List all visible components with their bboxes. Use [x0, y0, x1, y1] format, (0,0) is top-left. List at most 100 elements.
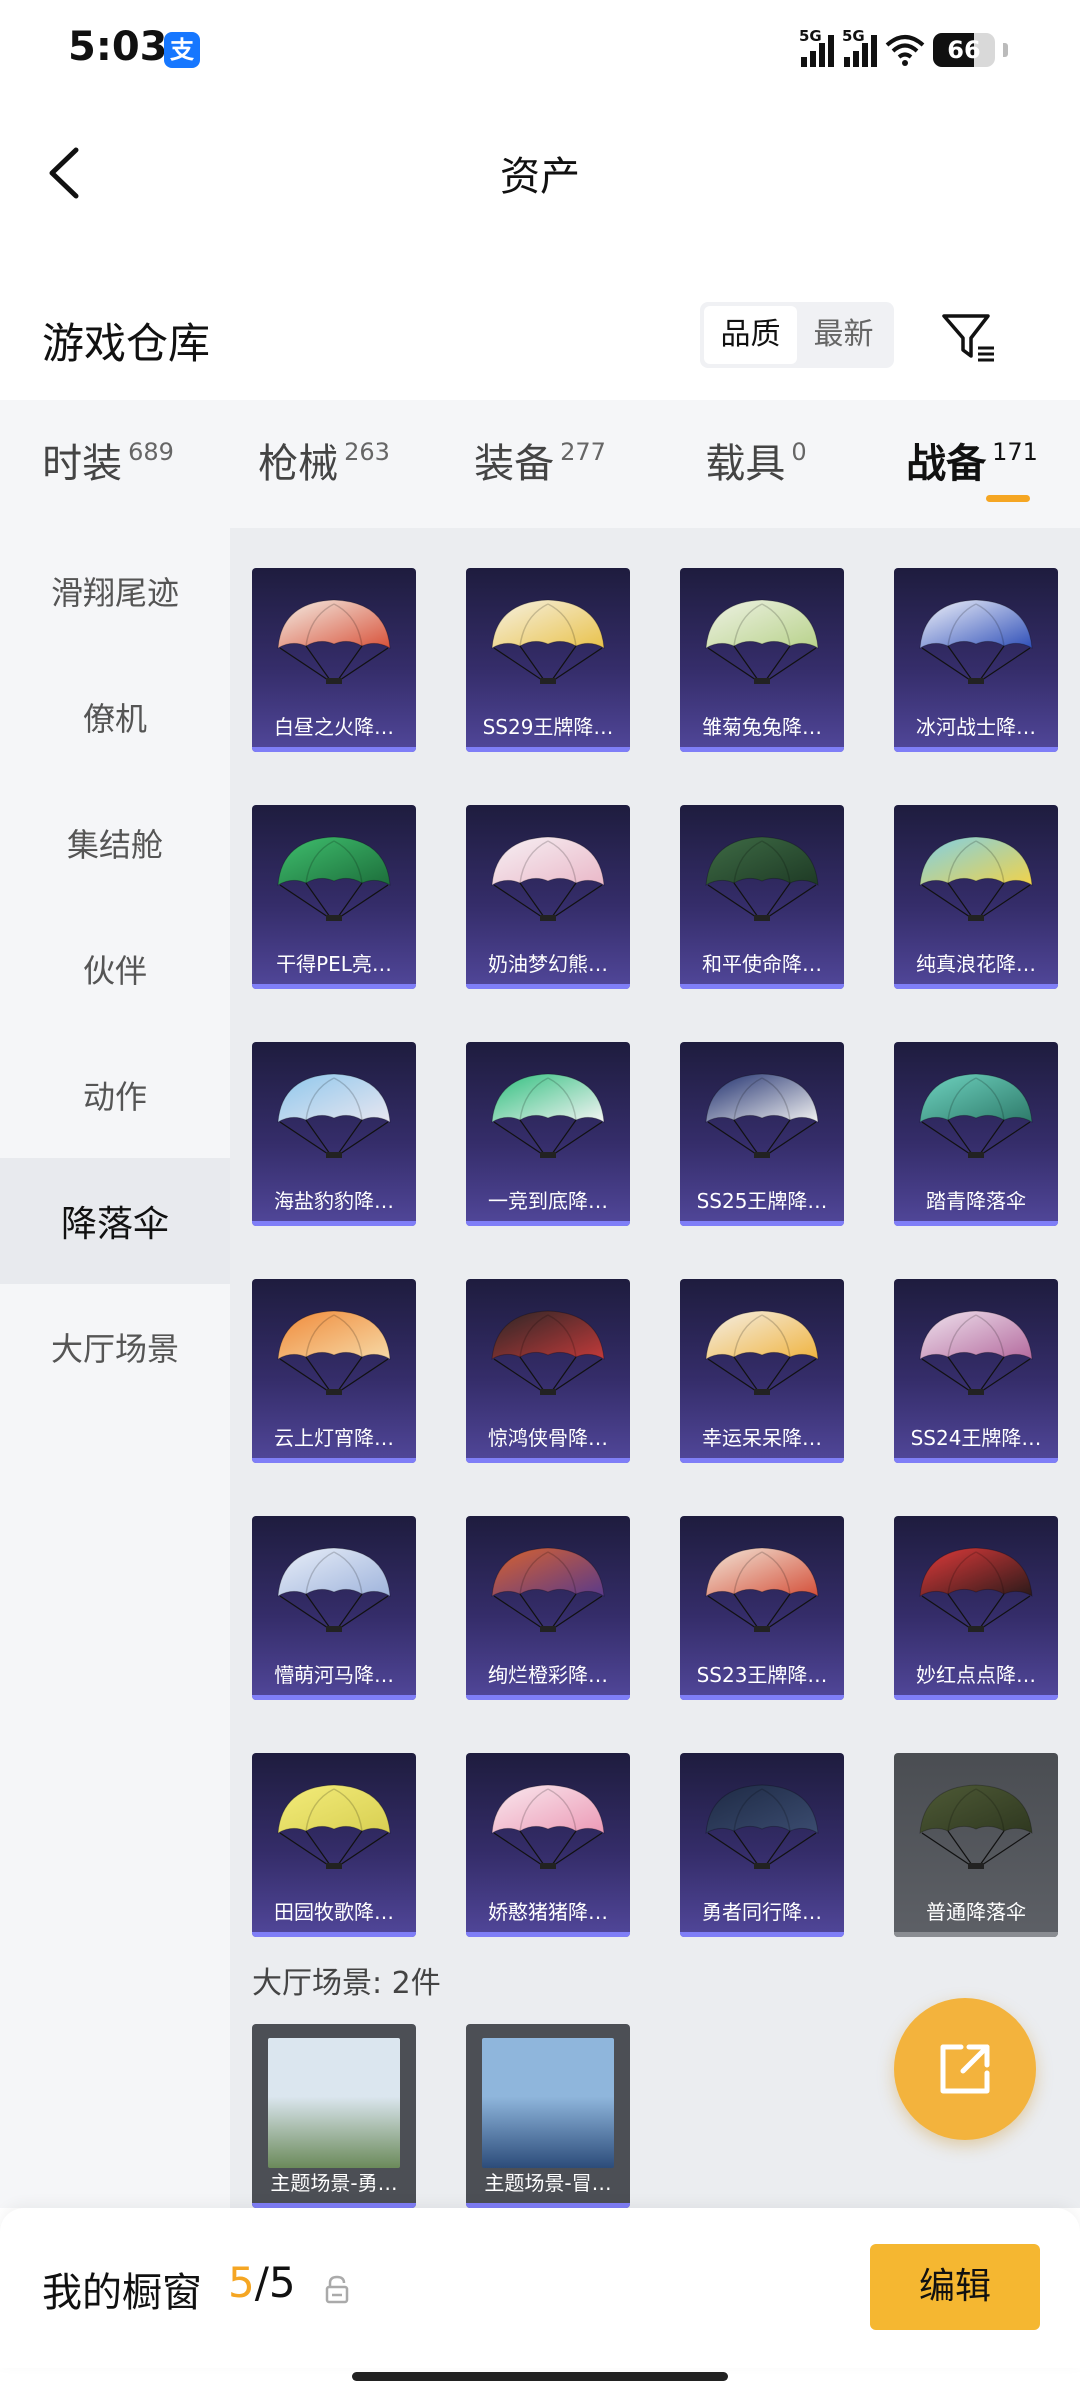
- parachute-card[interactable]: 绚烂橙彩降…: [466, 1516, 630, 1700]
- sidebar-item-wingman[interactable]: 僚机: [0, 654, 230, 780]
- parachute-icon: [919, 836, 1033, 921]
- parachute-icon: [491, 1310, 605, 1395]
- parachute-card[interactable]: 海盐豹豹降…: [252, 1042, 416, 1226]
- parachute-card[interactable]: 雏菊兔兔降…: [680, 568, 844, 752]
- parachute-name: 海盐豹豹降…: [274, 1189, 394, 1213]
- scene-thumbnail: [482, 2038, 614, 2168]
- showcase-count: 5/5: [228, 2258, 296, 2307]
- lobby-scene-grid: 主题场景-勇… 主题场景-冒…: [252, 2024, 630, 2208]
- parachute-card[interactable]: 勇者同行降…: [680, 1753, 844, 1937]
- parachute-card[interactable]: 懵萌河马降…: [252, 1516, 416, 1700]
- sidebar-item-rally-pod[interactable]: 集结舱: [0, 780, 230, 906]
- parachute-name: 白昼之火降…: [274, 715, 394, 739]
- parachute-name: 冰河战士降…: [916, 715, 1036, 739]
- showcase-bar: 我的橱窗 5/5 编辑: [0, 2208, 1080, 2368]
- signal-icon: 5G: [842, 27, 877, 67]
- network-type-label: 5G: [842, 27, 865, 45]
- parachute-card[interactable]: 普通降落伞: [894, 1753, 1058, 1937]
- sidebar-item-emote[interactable]: 动作: [0, 1032, 230, 1158]
- parachute-card[interactable]: SS24王牌降…: [894, 1279, 1058, 1463]
- parachute-grid: 白昼之火降… SS29王牌降… 雏菊兔兔降… 冰河战士降… 干得PEL亮… 奶油梦幻熊… 和…: [252, 568, 1058, 1937]
- tab-count: 689: [128, 438, 174, 466]
- parachute-icon: [705, 1073, 819, 1158]
- filter-icon[interactable]: [938, 308, 998, 368]
- battery-tip: [1003, 43, 1008, 57]
- parachute-card[interactable]: 云上灯宵降…: [252, 1279, 416, 1463]
- parachute-card[interactable]: 妙红点点降…: [894, 1516, 1058, 1700]
- lock-icon: [325, 2275, 349, 2304]
- quality-bar: [466, 747, 630, 752]
- scene-name: 主题场景-勇…: [270, 2171, 398, 2195]
- parachute-card[interactable]: 娇憨猪猪降…: [466, 1753, 630, 1937]
- parachute-card[interactable]: 幸运呆呆降…: [680, 1279, 844, 1463]
- tab-label: 枪械: [258, 441, 339, 487]
- parachute-card[interactable]: 田园牧歌降…: [252, 1753, 416, 1937]
- sidebar-item-glide-trail[interactable]: 滑翔尾迹: [0, 528, 230, 654]
- sort-by-quality[interactable]: 品质: [704, 306, 797, 364]
- lobby-scenes-title: 大厅场景: 2件: [252, 1966, 441, 2001]
- tab-count: 171: [992, 438, 1038, 466]
- showcase-label: 我的橱窗: [42, 2270, 202, 2316]
- sidebar-item-parachute[interactable]: 降落伞: [0, 1158, 230, 1284]
- parachute-card[interactable]: 冰河战士降…: [894, 568, 1058, 752]
- warehouse-header: 游戏仓库 品质 最新: [0, 290, 1080, 390]
- parachute-name: SS29王牌降…: [482, 715, 614, 739]
- parachute-card[interactable]: 踏青降落伞: [894, 1042, 1058, 1226]
- sidebar-item-companion[interactable]: 伙伴: [0, 906, 230, 1032]
- parachute-card[interactable]: 惊鸿侠骨降…: [466, 1279, 630, 1463]
- sort-by-newest[interactable]: 最新: [797, 306, 890, 364]
- quality-bar: [894, 1221, 1058, 1226]
- parachute-icon: [277, 599, 391, 684]
- parachute-icon: [491, 836, 605, 921]
- parachute-card[interactable]: SS25王牌降…: [680, 1042, 844, 1226]
- lobby-scene-card[interactable]: 主题场景-勇…: [252, 2024, 416, 2208]
- quality-bar: [466, 1695, 630, 1700]
- lobby-scene-card[interactable]: 主题场景-冒…: [466, 2024, 630, 2208]
- quality-bar: [252, 747, 416, 752]
- page-title: 资产: [500, 154, 580, 200]
- tab-equipment[interactable]: 装备 277: [432, 400, 648, 528]
- edit-button[interactable]: 编辑: [870, 2244, 1040, 2330]
- parachute-card[interactable]: 一竞到底降…: [466, 1042, 630, 1226]
- subcategory-sidebar: 滑翔尾迹 僚机 集结舱 伙伴 动作 降落伞 大厅场景: [0, 528, 230, 2208]
- parachute-card[interactable]: 纯真浪花降…: [894, 805, 1058, 989]
- parachute-icon: [919, 599, 1033, 684]
- scene-thumbnail: [268, 2038, 400, 2168]
- share-fab-button[interactable]: [894, 1998, 1036, 2140]
- quality-bar: [894, 1695, 1058, 1700]
- sidebar-item-lobby-scene[interactable]: 大厅场景: [0, 1284, 230, 1410]
- parachute-icon: [705, 1784, 819, 1869]
- parachute-card[interactable]: SS23王牌降…: [680, 1516, 844, 1700]
- quality-bar: [894, 1458, 1058, 1463]
- tab-outfits[interactable]: 时装 689: [0, 400, 216, 528]
- parachute-icon: [491, 599, 605, 684]
- battery-icon: 66: [933, 33, 995, 67]
- parachute-name: 雏菊兔兔降…: [702, 715, 822, 739]
- quality-bar: [252, 984, 416, 989]
- battery-level: 66: [947, 36, 981, 64]
- sort-toggle: 品质 最新: [700, 302, 894, 368]
- tab-count: 263: [344, 438, 390, 466]
- parachute-name: 妙红点点降…: [916, 1663, 1036, 1687]
- quality-bar: [894, 984, 1058, 989]
- tab-label: 时装: [42, 441, 123, 487]
- tab-vehicles[interactable]: 载具 0: [648, 400, 864, 528]
- parachute-icon: [277, 1784, 391, 1869]
- parachute-card[interactable]: 白昼之火降…: [252, 568, 416, 752]
- tab-combat-gear[interactable]: 战备 171: [864, 400, 1080, 528]
- quality-bar: [680, 747, 844, 752]
- status-bar: 5:03 支 5G 5G 66: [0, 0, 1080, 100]
- showcase-total: /5: [254, 2258, 296, 2307]
- quality-bar: [466, 1221, 630, 1226]
- parachute-name: 踏青降落伞: [926, 1189, 1026, 1213]
- tab-guns[interactable]: 枪械 263: [216, 400, 432, 528]
- parachute-card[interactable]: 奶油梦幻熊…: [466, 805, 630, 989]
- parachute-card[interactable]: 干得PEL亮…: [252, 805, 416, 989]
- parachute-card[interactable]: SS29王牌降…: [466, 568, 630, 752]
- quality-bar: [680, 1458, 844, 1463]
- parachute-icon: [491, 1784, 605, 1869]
- parachute-icon: [919, 1547, 1033, 1632]
- home-indicator[interactable]: [352, 2372, 728, 2381]
- quality-bar: [466, 984, 630, 989]
- parachute-card[interactable]: 和平使命降…: [680, 805, 844, 989]
